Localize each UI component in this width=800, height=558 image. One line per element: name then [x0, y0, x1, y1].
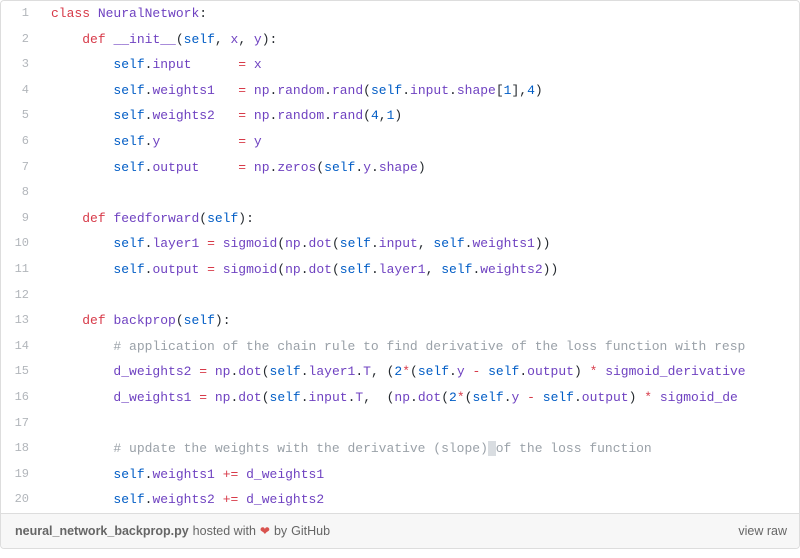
code-row: 14 # application of the chain rule to fi…: [1, 334, 799, 360]
code-row: 15 d_weights2 = np.dot(self.layer1.T, (2…: [1, 359, 799, 385]
code-line[interactable]: self.weights1 += d_weights1: [39, 462, 799, 488]
code-line[interactable]: self.y = y: [39, 129, 799, 155]
line-number[interactable]: 4: [1, 78, 39, 104]
gist-meta-left: neural_network_backprop.py hosted with ❤…: [15, 524, 330, 538]
code-line[interactable]: def feedforward(self):: [39, 206, 799, 232]
code-line[interactable]: class NeuralNetwork:: [39, 1, 799, 27]
code-row: 19 self.weights1 += d_weights1: [1, 462, 799, 488]
code-line[interactable]: d_weights1 = np.dot(self.input.T, (np.do…: [39, 385, 799, 411]
code-table: 1class NeuralNetwork:2 def __init__(self…: [1, 1, 799, 513]
code-line[interactable]: self.weights1 = np.random.rand(self.inpu…: [39, 78, 799, 104]
line-number[interactable]: 20: [1, 487, 39, 513]
code-line[interactable]: def backprop(self):: [39, 308, 799, 334]
code-area: 1class NeuralNetwork:2 def __init__(self…: [1, 1, 799, 513]
line-number[interactable]: 8: [1, 180, 39, 206]
code-line[interactable]: def __init__(self, x, y):: [39, 27, 799, 53]
code-line[interactable]: self.input = x: [39, 52, 799, 78]
gist-filename-link[interactable]: neural_network_backprop.py: [15, 524, 189, 538]
line-number[interactable]: 7: [1, 155, 39, 181]
code-row: 2 def __init__(self, x, y):: [1, 27, 799, 53]
code-line[interactable]: self.output = np.zeros(self.y.shape): [39, 155, 799, 181]
code-row: 3 self.input = x: [1, 52, 799, 78]
code-row: 17: [1, 411, 799, 437]
code-row: 5 self.weights2 = np.random.rand(4,1): [1, 103, 799, 129]
line-number[interactable]: 9: [1, 206, 39, 232]
gist-meta-bar: neural_network_backprop.py hosted with ❤…: [1, 513, 799, 548]
heart-icon: ❤: [260, 524, 270, 538]
code-row: 6 self.y = y: [1, 129, 799, 155]
hosted-with-text: hosted with: [193, 524, 256, 538]
code-row: 11 self.output = sigmoid(np.dot(self.lay…: [1, 257, 799, 283]
github-link[interactable]: GitHub: [291, 524, 330, 538]
code-row: 10 self.layer1 = sigmoid(np.dot(self.inp…: [1, 231, 799, 257]
line-number[interactable]: 15: [1, 359, 39, 385]
line-number[interactable]: 13: [1, 308, 39, 334]
code-line[interactable]: # application of the chain rule to find …: [39, 334, 799, 360]
line-number[interactable]: 11: [1, 257, 39, 283]
line-number[interactable]: 19: [1, 462, 39, 488]
by-text: by: [274, 524, 287, 538]
line-number[interactable]: 14: [1, 334, 39, 360]
code-row: 20 self.weights2 += d_weights2: [1, 487, 799, 513]
code-line[interactable]: self.layer1 = sigmoid(np.dot(self.input,…: [39, 231, 799, 257]
code-line[interactable]: d_weights2 = np.dot(self.layer1.T, (2*(s…: [39, 359, 799, 385]
line-number[interactable]: 6: [1, 129, 39, 155]
code-line[interactable]: [39, 180, 799, 206]
line-number[interactable]: 10: [1, 231, 39, 257]
code-line[interactable]: self.output = sigmoid(np.dot(self.layer1…: [39, 257, 799, 283]
line-number[interactable]: 2: [1, 27, 39, 53]
code-line[interactable]: [39, 411, 799, 437]
code-row: 1class NeuralNetwork:: [1, 1, 799, 27]
code-row: 18 # update the weights with the derivat…: [1, 436, 799, 462]
code-line[interactable]: # update the weights with the derivative…: [39, 436, 799, 462]
gist-container: 1class NeuralNetwork:2 def __init__(self…: [0, 0, 800, 549]
code-line[interactable]: self.weights2 = np.random.rand(4,1): [39, 103, 799, 129]
code-row: 8: [1, 180, 799, 206]
view-raw-link[interactable]: view raw: [738, 524, 787, 538]
line-number[interactable]: 16: [1, 385, 39, 411]
line-number[interactable]: 17: [1, 411, 39, 437]
code-row: 4 self.weights1 = np.random.rand(self.in…: [1, 78, 799, 104]
code-row: 7 self.output = np.zeros(self.y.shape): [1, 155, 799, 181]
code-row: 16 d_weights1 = np.dot(self.input.T, (np…: [1, 385, 799, 411]
code-row: 12: [1, 283, 799, 309]
line-number[interactable]: 5: [1, 103, 39, 129]
line-number[interactable]: 12: [1, 283, 39, 309]
code-line[interactable]: [39, 283, 799, 309]
line-number[interactable]: 1: [1, 1, 39, 27]
line-number[interactable]: 18: [1, 436, 39, 462]
code-line[interactable]: self.weights2 += d_weights2: [39, 487, 799, 513]
line-number[interactable]: 3: [1, 52, 39, 78]
code-row: 13 def backprop(self):: [1, 308, 799, 334]
code-row: 9 def feedforward(self):: [1, 206, 799, 232]
